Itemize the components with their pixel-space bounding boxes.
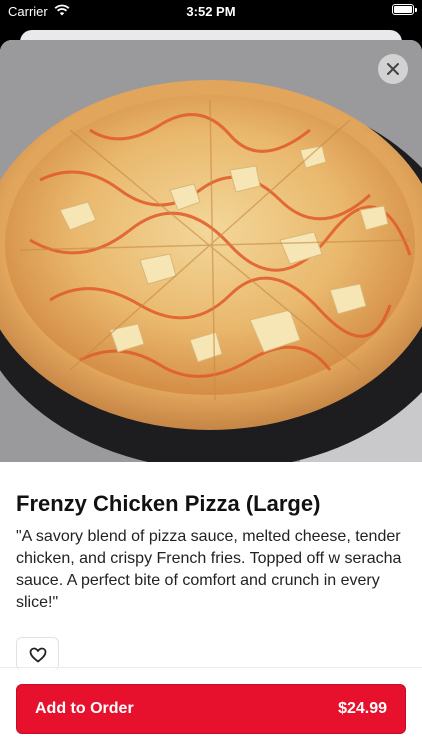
item-description: "A savory blend of pizza sauce, melted c… [16,528,402,611]
battery-icon [392,4,417,15]
close-icon [387,63,399,75]
footer-divider [0,667,422,668]
item-details: Frenzy Chicken Pizza (Large) "A savory b… [16,490,408,614]
item-price: $24.99 [338,700,387,717]
heart-icon [29,647,46,662]
close-button[interactable] [378,54,408,84]
item-photo [0,40,422,462]
item-detail-sheet: Frenzy Chicken Pizza (Large) "A savory b… [0,40,422,750]
add-to-order-button[interactable]: Add to Order $24.99 [16,684,406,734]
add-to-order-label: Add to Order [35,700,134,717]
status-time: 3:52 PM [186,4,236,19]
favorite-button[interactable] [16,637,59,671]
item-title: Frenzy Chicken Pizza (Large) [16,491,321,516]
status-bar: Carrier 3:52 PM [0,0,422,24]
